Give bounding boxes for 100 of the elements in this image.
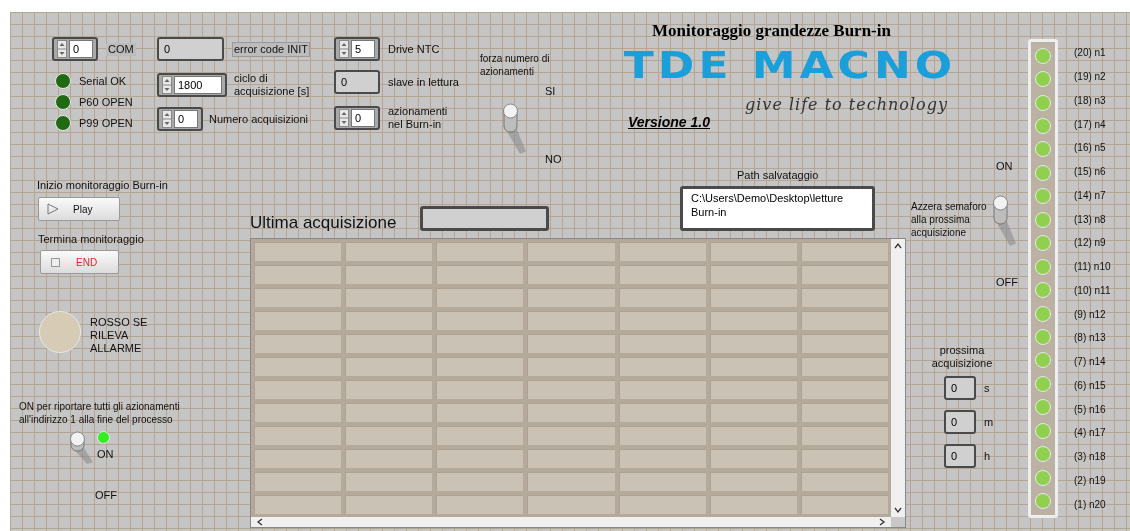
path-field[interactable]: C:\Users\Demo\Desktop\letture Burn-in [680, 186, 875, 231]
array-cell[interactable] [436, 357, 524, 376]
array-cell[interactable] [436, 449, 524, 468]
array-cell[interactable] [436, 311, 524, 330]
scroll-down-icon[interactable] [893, 505, 903, 515]
array-cell[interactable] [618, 403, 706, 422]
array-cell[interactable] [254, 426, 342, 445]
array-cell[interactable] [800, 495, 888, 514]
array-cell[interactable] [436, 380, 524, 399]
array-cell[interactable] [254, 242, 342, 261]
array-cell[interactable] [345, 495, 433, 514]
array-cell[interactable] [618, 334, 706, 353]
array-cell[interactable] [436, 334, 524, 353]
array-cell[interactable] [254, 472, 342, 491]
array-cell[interactable] [345, 242, 433, 261]
array-cell[interactable] [254, 449, 342, 468]
numeric-field[interactable]: 1800 [157, 73, 227, 97]
array-cell[interactable] [709, 242, 797, 261]
array-cell[interactable] [618, 495, 706, 514]
end-button[interactable]: END [40, 250, 119, 274]
array-cell[interactable] [436, 495, 524, 514]
array-cell[interactable] [618, 426, 706, 445]
array-cell[interactable] [527, 357, 615, 376]
array-cell[interactable] [254, 495, 342, 514]
vertical-scrollbar[interactable] [891, 239, 905, 517]
array-cell[interactable] [800, 242, 888, 261]
spinner-icon[interactable] [339, 109, 349, 127]
scroll-left-icon[interactable] [255, 517, 265, 527]
array-cell[interactable] [800, 403, 888, 422]
array-cell[interactable] [345, 449, 433, 468]
array-cell[interactable] [618, 265, 706, 284]
array-cell[interactable] [800, 311, 888, 330]
spinner-icon[interactable] [162, 76, 172, 94]
array-cell[interactable] [618, 449, 706, 468]
array-cell[interactable] [254, 357, 342, 376]
array-cell[interactable] [527, 288, 615, 307]
horizontal-scrollbar[interactable] [251, 517, 891, 527]
array-cell[interactable] [709, 288, 797, 307]
spinner-icon[interactable] [57, 40, 67, 58]
array-cell[interactable] [709, 334, 797, 353]
array-cell[interactable] [709, 265, 797, 284]
spinner-icon[interactable] [339, 40, 349, 58]
array-cell[interactable] [254, 265, 342, 284]
array-cell[interactable] [345, 334, 433, 353]
array-cell[interactable] [436, 242, 524, 261]
array-cell[interactable] [254, 380, 342, 399]
array-cell[interactable] [527, 242, 615, 261]
array-cell[interactable] [618, 311, 706, 330]
array-cell[interactable] [436, 403, 524, 422]
array-cell[interactable] [800, 380, 888, 399]
array-cell[interactable] [254, 288, 342, 307]
numeric-field[interactable]: 5 [334, 37, 380, 61]
array-cell[interactable] [436, 426, 524, 445]
array-cell[interactable] [800, 449, 888, 468]
array-cell[interactable] [527, 334, 615, 353]
array-cell[interactable] [436, 265, 524, 284]
array-cell[interactable] [345, 472, 433, 491]
array-cell[interactable] [709, 449, 797, 468]
numeric-field[interactable]: 0 [334, 106, 380, 130]
array-cell[interactable] [709, 426, 797, 445]
array-cell[interactable] [618, 472, 706, 491]
array-cell[interactable] [527, 265, 615, 284]
spinner-icon[interactable] [162, 110, 172, 128]
array-cell[interactable] [345, 426, 433, 445]
array-cell[interactable] [527, 449, 615, 468]
array-cell[interactable] [709, 472, 797, 491]
array-cell[interactable] [527, 403, 615, 422]
array-cell[interactable] [527, 380, 615, 399]
scroll-right-icon[interactable] [877, 517, 887, 527]
array-cell[interactable] [527, 472, 615, 491]
array-cell[interactable] [800, 426, 888, 445]
play-button[interactable]: Play [38, 197, 120, 221]
array-cell[interactable] [618, 380, 706, 399]
array-cell[interactable] [800, 472, 888, 491]
array-cell[interactable] [436, 472, 524, 491]
numeric-field[interactable]: 0 [157, 107, 203, 131]
array-cell[interactable] [618, 242, 706, 261]
array-cell[interactable] [345, 403, 433, 422]
numeric-field[interactable]: 0 [52, 37, 98, 61]
array-cell[interactable] [800, 334, 888, 353]
array-cell[interactable] [345, 357, 433, 376]
array-cell[interactable] [345, 265, 433, 284]
array-cell[interactable] [254, 334, 342, 353]
array-cell[interactable] [345, 311, 433, 330]
scroll-up-icon[interactable] [893, 241, 903, 251]
array-cell[interactable] [800, 357, 888, 376]
array-cell[interactable] [709, 311, 797, 330]
array-cell[interactable] [709, 403, 797, 422]
array-cell[interactable] [709, 495, 797, 514]
array-cell[interactable] [800, 288, 888, 307]
array-cell[interactable] [527, 311, 615, 330]
array-cell[interactable] [618, 288, 706, 307]
array-cell[interactable] [436, 288, 524, 307]
array-cell[interactable] [709, 380, 797, 399]
array-cell[interactable] [527, 426, 615, 445]
array-cell[interactable] [527, 495, 615, 514]
array-cell[interactable] [254, 311, 342, 330]
array-cell[interactable] [709, 357, 797, 376]
array-cell[interactable] [345, 380, 433, 399]
array-cell[interactable] [254, 403, 342, 422]
